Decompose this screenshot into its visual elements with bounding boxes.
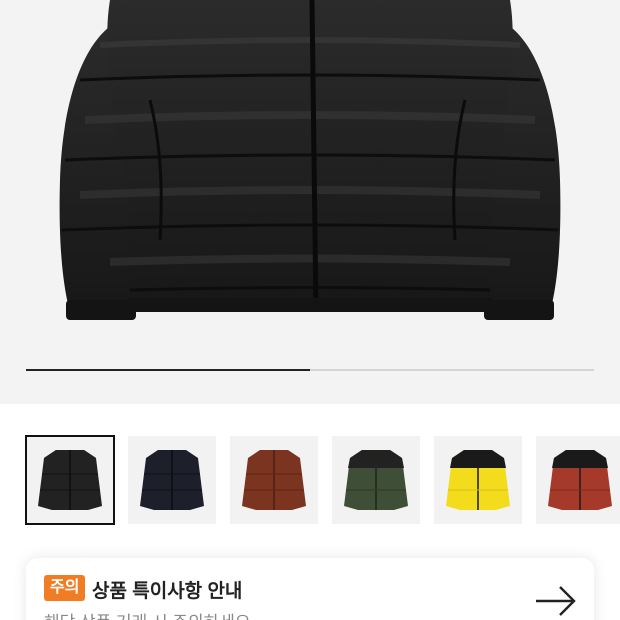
thumbnail-green[interactable] <box>332 436 420 524</box>
thumbnail-brown[interactable] <box>230 436 318 524</box>
product-notice-card[interactable]: 주의 상품 특이사항 안내 해당 상품 거래 시 주의하세요 <box>26 558 594 620</box>
image-slider-progress-fill <box>26 369 310 371</box>
image-slider-progress[interactable] <box>26 369 594 371</box>
thumbnail-yellow[interactable] <box>434 436 522 524</box>
arrow-right-icon[interactable] <box>534 584 578 618</box>
thumbnail-navy[interactable] <box>128 436 216 524</box>
jacket-thumbnail-icon <box>548 450 612 510</box>
thumbnail-strip <box>0 404 620 540</box>
jacket-thumbnail-icon <box>38 450 102 510</box>
jacket-thumbnail-icon <box>446 450 510 510</box>
thumbnail-red[interactable] <box>536 436 620 524</box>
product-main-image[interactable] <box>0 0 620 404</box>
jacket-image <box>59 0 561 320</box>
notice-badge: 주의 <box>44 575 86 601</box>
jacket-thumbnail-icon <box>242 450 306 510</box>
jacket-thumbnail-icon <box>344 450 408 510</box>
notice-title: 상품 특이사항 안내 <box>92 581 243 602</box>
notice-subtitle: 해당 상품 거래 시 주의하세요 <box>44 608 251 620</box>
thumbnail-black[interactable] <box>25 435 115 525</box>
jacket-thumbnail-icon <box>140 450 204 510</box>
